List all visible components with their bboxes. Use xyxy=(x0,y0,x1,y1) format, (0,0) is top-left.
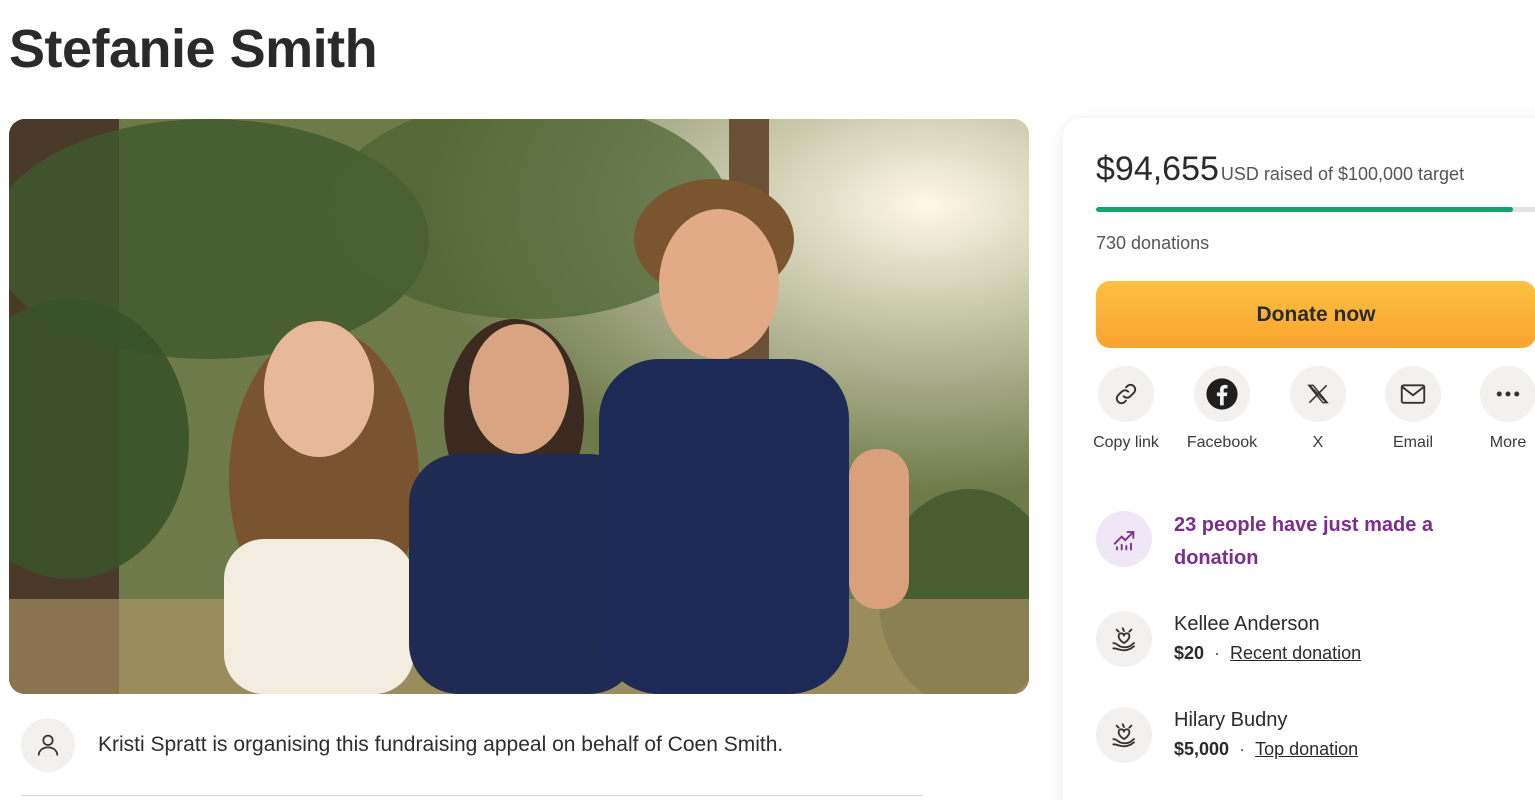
donation-card: $94,655 USD raised of $100,000 target 73… xyxy=(1063,118,1535,800)
facebook-icon xyxy=(1194,366,1250,422)
trending-up-icon xyxy=(1096,511,1152,567)
raised-target: raised of $100,000 target xyxy=(1263,164,1465,184)
family-photo-illustration xyxy=(9,119,1029,694)
donor-item: Hilary Budny $5,000 · Top donation xyxy=(1096,707,1358,763)
recent-activity-text: 23 people have just made a donation xyxy=(1174,514,1433,569)
campaign-photo xyxy=(9,119,1029,694)
x-icon xyxy=(1290,366,1346,422)
progress-fill xyxy=(1096,207,1513,212)
page-title: Stefanie Smith xyxy=(9,19,378,79)
heart-hand-icon xyxy=(1096,707,1152,763)
divider xyxy=(21,795,923,796)
share-x[interactable]: X xyxy=(1278,366,1358,454)
heart-hand-icon xyxy=(1096,611,1152,667)
organiser-text: Kristi Spratt is organising this fundrai… xyxy=(98,733,784,756)
link-icon xyxy=(1098,366,1154,422)
share-copy-link[interactable]: Copy link xyxy=(1086,366,1166,454)
donor-item: Kellee Anderson $20 · Recent donation xyxy=(1096,611,1361,667)
progress-bar xyxy=(1096,207,1535,212)
share-more[interactable]: More xyxy=(1468,366,1535,454)
organiser-info: Kristi Spratt is organising this fundrai… xyxy=(21,718,783,772)
donor-name: Hilary Budny xyxy=(1174,709,1288,731)
top-donation-link[interactable]: Top donation xyxy=(1255,739,1358,759)
donate-now-button[interactable]: Donate now xyxy=(1096,281,1535,348)
user-icon xyxy=(21,718,75,772)
separator-dot: · xyxy=(1214,643,1221,663)
raised-amount: $94,655 xyxy=(1096,150,1219,188)
donor-amount: $20 xyxy=(1174,643,1205,663)
more-icon xyxy=(1480,366,1535,422)
share-options: Copy link Facebook X Email More xyxy=(1093,366,1535,476)
share-email[interactable]: Email xyxy=(1373,366,1453,454)
donor-name: Kellee Anderson xyxy=(1174,613,1320,635)
separator-dot: · xyxy=(1239,739,1246,759)
recent-activity: 23 people have just made a donation xyxy=(1096,511,1474,575)
share-facebook[interactable]: Facebook xyxy=(1182,366,1262,454)
donor-amount: $5,000 xyxy=(1174,739,1230,759)
share-label: Email xyxy=(1392,434,1433,451)
raised-summary: $94,655 USD raised of $100,000 target xyxy=(1096,150,1464,189)
raised-currency: USD xyxy=(1220,164,1259,184)
share-label: Copy link xyxy=(1093,434,1159,451)
mail-icon xyxy=(1385,366,1441,422)
share-label: X xyxy=(1312,434,1324,451)
recent-donation-link[interactable]: Recent donation xyxy=(1230,643,1361,663)
share-label: More xyxy=(1489,434,1527,451)
donations-count: 730 donations xyxy=(1096,233,1210,253)
share-label: Facebook xyxy=(1186,434,1258,451)
